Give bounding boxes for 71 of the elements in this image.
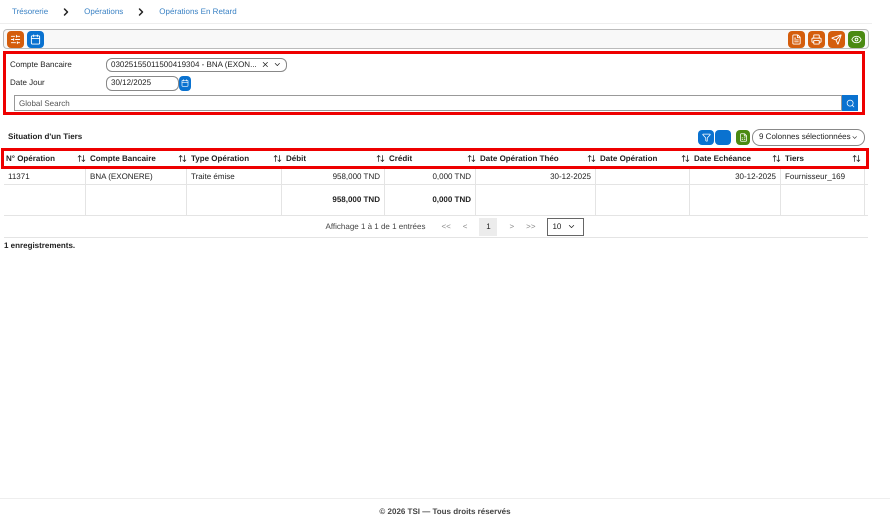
send-button[interactable]	[828, 30, 845, 48]
sort-icon[interactable]	[852, 154, 861, 163]
calendar-button[interactable]	[179, 76, 191, 90]
footer-text: © 2026 TSI — Tous droits réservés	[379, 506, 511, 518]
table-cell: 958,000 TND	[332, 170, 380, 182]
table-title: Situation d'un Tiers	[8, 131, 82, 143]
columns-select[interactable]: 9 Colonnes sélectionnées	[752, 128, 865, 146]
table-cell: 0,000 TND	[432, 170, 471, 182]
sort-icon[interactable]	[273, 154, 282, 163]
column-header[interactable]: N° Opération	[6, 152, 77, 164]
sort-icon[interactable]	[587, 154, 596, 163]
last-page-button[interactable]: >>	[526, 220, 536, 232]
pagination-info: Affichage 1 à 1 de 1 entrées	[326, 220, 426, 232]
sort-icon[interactable]	[772, 154, 781, 163]
total-cell: 0,000 TND	[432, 194, 471, 206]
table-cell: 11371	[8, 170, 30, 182]
excel-button[interactable]	[736, 130, 750, 144]
breadcrumb-link[interactable]: Opérations En Retard	[159, 6, 237, 18]
chevron-down-icon	[273, 60, 282, 69]
calendar-icon	[30, 34, 41, 44]
eye-icon	[851, 34, 862, 44]
column-header[interactable]: Date Echéance	[694, 152, 772, 164]
page-size-select[interactable]: 10	[547, 218, 584, 236]
column-header[interactable]: Crédit	[389, 152, 467, 164]
previous-page-button[interactable]: <	[462, 220, 468, 232]
total-cell: 958,000 TND	[332, 194, 380, 206]
table-cell: Traite émise	[191, 170, 235, 182]
printer-icon	[811, 34, 822, 44]
page-button[interactable]: 1	[479, 218, 498, 236]
search-field[interactable]: Global Search	[14, 95, 842, 111]
view-button[interactable]	[848, 30, 865, 48]
column-header[interactable]: Débit	[286, 152, 376, 164]
sort-icon[interactable]	[77, 154, 86, 163]
next-page-button[interactable]: >	[509, 220, 514, 232]
first-page-button[interactable]: <<	[441, 220, 451, 232]
record-count: 1 enregistrements.	[4, 240, 76, 252]
table-cell: 30-12-2025	[550, 170, 591, 182]
chevron-down-icon	[567, 222, 576, 231]
column-header[interactable]: Tiers	[785, 152, 852, 164]
blank-button[interactable]	[715, 130, 731, 144]
calendar-button[interactable]	[27, 30, 44, 48]
sort-icon[interactable]	[376, 154, 385, 163]
column-header[interactable]: Date Opération	[600, 152, 681, 164]
table-cell: BNA (EXONERE)	[90, 170, 153, 182]
breadcrumb-link[interactable]: Opérations	[84, 6, 124, 18]
clear-icon[interactable]	[260, 60, 270, 69]
search-icon	[846, 98, 854, 108]
table-cell: Fournisseur_169	[785, 170, 846, 182]
sort-icon[interactable]	[681, 154, 690, 163]
column-header[interactable]: Compte Bancaire	[90, 152, 178, 164]
spreadsheet-icon	[738, 132, 748, 142]
sliders-icon	[10, 34, 21, 44]
field-label: Date Jour	[10, 77, 46, 89]
sort-icon[interactable]	[178, 154, 187, 163]
filter-button[interactable]	[698, 130, 714, 144]
search-button[interactable]	[842, 95, 858, 111]
field-label: Compte Bancaire	[10, 58, 73, 70]
sort-icon[interactable]	[467, 154, 476, 163]
print-button[interactable]	[808, 30, 825, 48]
column-header[interactable]: Date Opération Théo	[480, 152, 587, 164]
filter-icon	[702, 132, 710, 142]
breadcrumb-link[interactable]: Trésorerie	[12, 6, 48, 18]
document-icon	[791, 34, 802, 44]
settings-button[interactable]	[7, 30, 24, 48]
column-header[interactable]: Type Opération	[191, 152, 273, 164]
table-cell: 30-12-2025	[735, 170, 776, 182]
document-button[interactable]	[788, 30, 805, 48]
calendar-icon	[181, 79, 189, 87]
date-field[interactable]: 30/12/2025	[106, 76, 179, 90]
paper-plane-icon	[831, 34, 842, 44]
account-select[interactable]: 03025155011500419304 - BNA (EXON...	[106, 58, 287, 72]
